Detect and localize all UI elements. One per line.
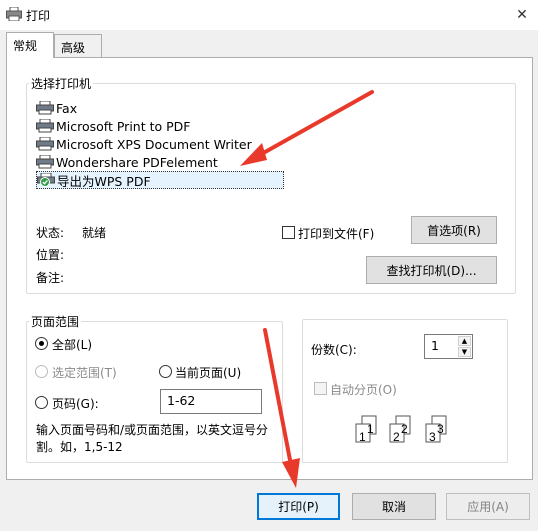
printer-item-fax[interactable]: Fax — [36, 99, 77, 117]
print-to-file-label: 打印到文件(F) — [298, 227, 375, 241]
printer-list[interactable]: Fax Microsoft Print to PDF Microsoft XPS… — [36, 97, 496, 209]
printer-icon — [6, 7, 22, 21]
apply-button[interactable]: 应用(A) — [446, 493, 530, 520]
collate-icon: 1 1 2 2 3 3 — [355, 415, 447, 444]
printer-name: 导出为WPS PDF — [57, 173, 151, 189]
spin-down-icon[interactable]: ▼ — [458, 347, 471, 357]
collate-checkbox[interactable] — [314, 382, 327, 395]
spin-up-icon[interactable]: ▲ — [458, 336, 471, 346]
pages-input[interactable]: 1-62 — [160, 389, 262, 414]
print-button[interactable]: 打印(P) — [257, 493, 340, 520]
status-label: 状态: — [36, 226, 65, 240]
printer-icon — [36, 101, 54, 115]
collate-page-label: 1 — [359, 430, 366, 444]
page-range-hint: 输入页面号码和/或页面范围，以英文逗号分割。如，1,5-12 — [36, 423, 269, 454]
copies-label: 份数(C): — [311, 343, 357, 357]
range-selection-radio[interactable] — [35, 365, 48, 378]
collate-page-label: 2 — [393, 430, 400, 444]
printer-name: Wondershare PDFelement — [56, 154, 218, 170]
location-label: 位置: — [36, 248, 65, 262]
cancel-button[interactable]: 取消 — [352, 493, 436, 520]
default-printer-icon — [37, 173, 55, 187]
collate-page-label: 3 — [437, 422, 444, 436]
status-value: 就绪 — [82, 226, 107, 240]
tab-general[interactable]: 常规 — [6, 32, 54, 58]
window-title: 打印 — [26, 9, 51, 23]
select-printer-legend: 选择打印机 — [31, 77, 92, 91]
printer-name: Microsoft XPS Document Writer — [56, 136, 252, 152]
title-bar: 打印 ✕ — [0, 0, 538, 30]
tab-advanced[interactable]: 高级 — [54, 34, 102, 58]
range-current-page-radio[interactable] — [159, 365, 172, 378]
collate-label: 自动分页(O) — [330, 383, 397, 397]
printer-item-ms-pdf[interactable]: Microsoft Print to PDF — [36, 117, 190, 135]
printer-item-wps-pdf[interactable]: 导出为WPS PDF — [36, 171, 284, 189]
range-all-label: 全部(L) — [52, 338, 93, 352]
printer-item-wondershare[interactable]: Wondershare PDFelement — [36, 153, 218, 171]
collate-page-label: 2 — [401, 422, 408, 436]
range-pages-label: 页码(G): — [52, 397, 99, 411]
printer-name: Microsoft Print to PDF — [56, 118, 191, 134]
preferences-button[interactable]: 首选项(R) — [411, 216, 497, 244]
printer-icon — [36, 137, 54, 151]
copies-value: 1 — [431, 338, 439, 353]
collate-page-label: 3 — [429, 430, 436, 444]
range-pages-radio[interactable] — [35, 396, 48, 409]
range-current-page-label: 当前页面(U) — [175, 366, 242, 380]
comment-label: 备注: — [36, 271, 65, 285]
range-all-radio[interactable] — [35, 337, 48, 350]
printer-icon — [36, 155, 54, 169]
print-to-file-checkbox[interactable] — [282, 226, 295, 239]
close-icon[interactable]: ✕ — [506, 0, 538, 30]
printer-icon — [36, 119, 54, 133]
collate-page-label: 1 — [367, 422, 374, 436]
find-printer-button[interactable]: 查找打印机(D)... — [366, 256, 497, 284]
printer-name: Fax — [56, 100, 78, 116]
range-selection-label: 选定范围(T) — [52, 366, 117, 380]
printer-item-ms-xps[interactable]: Microsoft XPS Document Writer — [36, 135, 252, 153]
page-range-legend: 页面范围 — [31, 315, 80, 329]
